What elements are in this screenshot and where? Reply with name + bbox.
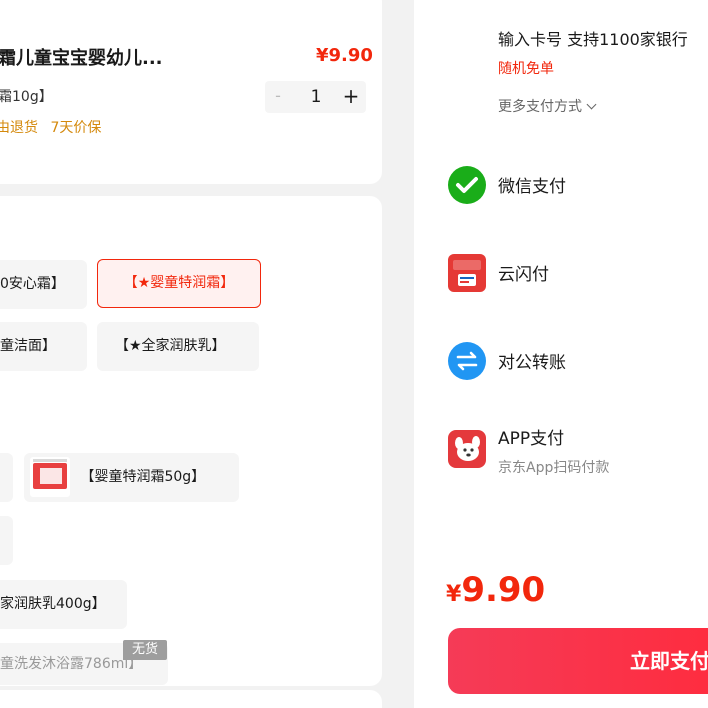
option-label: 童洗发沐浴露786ml】 (0, 656, 143, 672)
option-chip[interactable] (0, 453, 13, 502)
option-chip[interactable] (0, 516, 13, 565)
service-tags: 由退货 7天价保 (0, 117, 109, 137)
option-chip[interactable]: 【婴童特润霜50g】 (24, 453, 239, 502)
unionpay-quickpass-icon (448, 254, 486, 292)
total-price: ¥9.90 (446, 570, 545, 610)
jd-app-icon (448, 430, 486, 468)
payment-label: 云闪付 (498, 265, 549, 285)
service-tag-return: 由退货 (0, 120, 38, 136)
service-tag-price-protect: 7天价保 (50, 120, 102, 136)
currency-symbol: ¥ (446, 582, 462, 607)
payment-label: 对公转账 (498, 353, 566, 373)
total-amount: 9.90 (461, 570, 546, 610)
product-pane: 面霜儿童宝宝婴幼儿... ¥9.90 霜10g】 - 1 + 由退货 7天价保 … (0, 0, 400, 708)
quantity-stepper: - 1 + (265, 81, 366, 113)
payment-option-unionpay[interactable]: 云闪付 (448, 254, 708, 294)
option-chip[interactable]: 0安心霜】 (0, 260, 87, 309)
option-chip[interactable]: 【★全家润肤乳】 (97, 322, 259, 371)
wechat-pay-icon (448, 166, 486, 204)
product-price: ¥9.90 (316, 45, 373, 66)
more-payment-link[interactable]: 更多支付方式 (498, 96, 597, 116)
product-title[interactable]: 面霜儿童宝宝婴幼儿... (0, 44, 163, 70)
product-spec[interactable]: 霜10g】 (0, 86, 53, 106)
decrease-button[interactable]: - (265, 81, 291, 113)
increase-button[interactable]: + (337, 81, 365, 113)
product-thumbnail-icon (30, 457, 70, 497)
option-chip-selected[interactable]: 【★婴童特润霜】 (97, 259, 261, 308)
chevron-down-icon (586, 99, 597, 110)
option-label: 【婴童特润霜50g】 (80, 469, 206, 485)
option-label: 【★全家润肤乳】 (115, 338, 226, 354)
option-label: 0安心霜】 (0, 276, 65, 292)
next-card (0, 690, 382, 708)
option-chip[interactable]: 家润肤乳400g】 (0, 580, 127, 629)
pay-now-button[interactable]: 立即支付 (448, 628, 708, 694)
payment-label: APP支付 (498, 429, 565, 449)
payment-panel: 输入卡号 支持1100家银行 随机免单 更多支付方式 微信支付 云闪付 对公转账 (414, 0, 708, 708)
payment-option-jd-app[interactable]: APP支付 京东App扫码付款 (448, 428, 708, 480)
transfer-icon (448, 342, 486, 380)
promo-tag: 随机免单 (498, 61, 554, 77)
payment-option-wechat[interactable]: 微信支付 (448, 166, 708, 206)
option-label: 【★婴童特润霜】 (123, 275, 235, 291)
payment-sublabel: 京东App扫码付款 (498, 460, 610, 476)
bank-card-hint[interactable]: 输入卡号 支持1100家银行 (498, 26, 688, 50)
quantity-value[interactable]: 1 (299, 81, 333, 113)
more-payment-label: 更多支付方式 (498, 99, 582, 115)
out-of-stock-badge: 无货 (123, 640, 167, 660)
option-chip[interactable]: 童洁面】 (0, 322, 87, 371)
payment-label: 微信支付 (498, 177, 566, 197)
payment-option-transfer[interactable]: 对公转账 (448, 342, 708, 382)
option-label: 童洁面】 (0, 338, 56, 354)
option-label: 家润肤乳400g】 (0, 596, 106, 612)
